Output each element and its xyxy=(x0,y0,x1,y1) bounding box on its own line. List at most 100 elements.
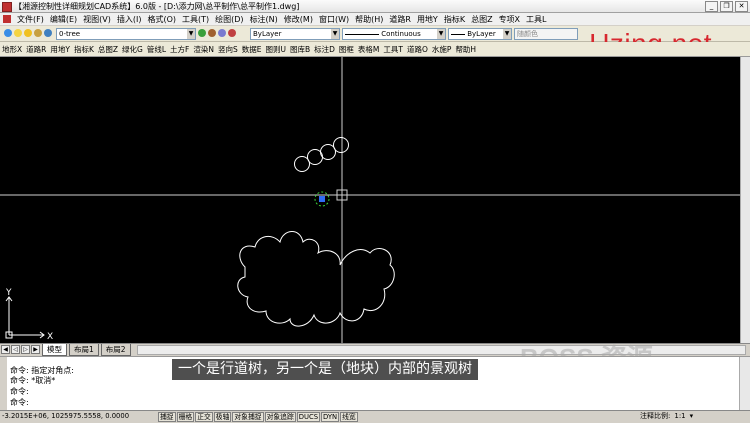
selected-tree-symbol[interactable] xyxy=(314,191,330,207)
next-tab-icon[interactable]: ▷ xyxy=(21,345,30,354)
close-icon[interactable]: ✕ xyxy=(735,1,748,12)
make-current-icon[interactable] xyxy=(198,29,206,37)
ucs-icon xyxy=(5,296,45,339)
toolbar-landuse[interactable]: 用地Y xyxy=(48,44,72,55)
toolbar-help[interactable]: 帮助H xyxy=(453,44,478,55)
tab-layout1[interactable]: 布局1 xyxy=(69,343,99,356)
toggle-lineweight[interactable]: 线宽 xyxy=(340,412,358,422)
document-icon xyxy=(3,15,11,23)
horizontal-scrollbar[interactable] xyxy=(136,344,746,355)
xiangyuan-toolbar: 地形X 道路R 用地Y 指标K 总图Z 绿化G 管线L 土方F 渲染N 竖向S … xyxy=(0,42,750,57)
last-tab-icon[interactable]: ▶ xyxy=(31,345,40,354)
toolbar-road[interactable]: 道路R xyxy=(24,44,48,55)
annotation-scale[interactable]: 注释比例: 1:1 ▾ xyxy=(640,412,693,421)
toolbar-annotate[interactable]: 标注D xyxy=(312,44,337,55)
tab-model[interactable]: 模型 xyxy=(42,343,67,356)
plotstyle-select[interactable]: 随颜色 xyxy=(514,28,578,40)
menu-landuse[interactable]: 用地Y xyxy=(414,14,441,25)
toggle-snap[interactable]: 捕捉 xyxy=(158,412,176,422)
sun-icon[interactable] xyxy=(24,29,32,37)
chevron-down-icon: ▼ xyxy=(503,29,511,39)
landscape-tree-cloud xyxy=(237,231,395,327)
prev-tab-icon[interactable]: ◁ xyxy=(11,345,20,354)
toolbar-data[interactable]: 数据E xyxy=(240,44,264,55)
toggle-polar[interactable]: 极轴 xyxy=(213,412,232,422)
first-tab-icon[interactable]: ◀ xyxy=(1,345,10,354)
toolbar-library[interactable]: 图库B xyxy=(288,44,312,55)
linetype-value: Continuous xyxy=(381,30,421,38)
menu-file[interactable]: 文件(F) xyxy=(14,14,47,25)
minimize-icon[interactable]: _ xyxy=(705,1,718,12)
layer-previous-icon[interactable] xyxy=(208,29,216,37)
toolbar-pipeline[interactable]: 管线L xyxy=(145,44,168,55)
menu-help[interactable]: 帮助(H) xyxy=(352,14,386,25)
menu-window[interactable]: 窗口(W) xyxy=(316,14,352,25)
chevron-down-icon: ▼ xyxy=(437,29,445,39)
command-prompt[interactable]: 命令: xyxy=(10,397,29,408)
window-title: 【湘源控制性详细规划CAD系统】6.0版 - [D:\添力网\总平制作\总平制作… xyxy=(14,2,300,11)
menu-format[interactable]: 格式(O) xyxy=(144,14,179,25)
menu-index[interactable]: 指标K xyxy=(441,14,468,25)
menu-tools[interactable]: 工具(T) xyxy=(179,14,212,25)
toolbar-table[interactable]: 表格M xyxy=(356,44,381,55)
menu-insert[interactable]: 插入(I) xyxy=(114,14,145,25)
window-controls: _ ❐ ✕ xyxy=(705,1,748,12)
vertical-scrollbar[interactable] xyxy=(740,57,750,343)
toggle-ducs[interactable]: DUCS xyxy=(296,412,321,422)
toolbar-siteplan[interactable]: 总图Z xyxy=(96,44,120,55)
menu-view[interactable]: 视图(V) xyxy=(80,14,114,25)
annotation-scale-value[interactable]: 1:1 xyxy=(674,412,685,421)
title-bar: 【湘源控制性详细规划CAD系统】6.0版 - [D:\添力网\总平制作\总平制作… xyxy=(0,0,750,13)
menu-bar: 文件(F) 编辑(E) 视图(V) 插入(I) 格式(O) 工具(T) 绘图(D… xyxy=(0,13,750,25)
menu-edit[interactable]: 编辑(E) xyxy=(47,14,80,25)
layer-manager-icon[interactable] xyxy=(4,29,12,37)
toolbar-water[interactable]: 水施P xyxy=(430,44,454,55)
layer-states-icon[interactable] xyxy=(218,29,226,37)
toolbar-terrain[interactable]: 地形X xyxy=(0,44,24,55)
tab-layout2[interactable]: 布局2 xyxy=(100,343,131,356)
toggle-ortho[interactable]: 正交 xyxy=(195,412,213,422)
menu-siteplan[interactable]: 总图Z xyxy=(468,14,495,25)
ucs-y-label: Y xyxy=(5,288,12,298)
lineweight-value: ByLayer xyxy=(467,30,496,38)
layer-isolate-icon[interactable] xyxy=(228,29,236,37)
layer-select[interactable]: 0-tree ▼ xyxy=(56,28,196,40)
color-select[interactable]: ByLayer ▼ xyxy=(250,28,340,40)
toggle-osnap[interactable]: 对象捕捉 xyxy=(232,412,264,422)
toggle-dyn[interactable]: DYN xyxy=(321,412,340,422)
restore-icon[interactable]: ❐ xyxy=(720,1,733,12)
chevron-down-icon: ▼ xyxy=(187,29,195,39)
menu-dimension[interactable]: 标注(N) xyxy=(247,14,281,25)
video-subtitle: 一个是行道树，另一个是（地块）内部的景观树 xyxy=(172,359,478,380)
lock-icon[interactable] xyxy=(34,29,42,37)
toolbar-drawing-rules[interactable]: 图则U xyxy=(263,44,288,55)
app-icon xyxy=(2,2,12,12)
drawing-canvas[interactable]: Y X xyxy=(0,57,740,343)
toolbar-earthwork[interactable]: 土方F xyxy=(168,44,191,55)
toolbar-frame[interactable]: 图框 xyxy=(337,44,356,55)
annotation-scale-label: 注释比例: xyxy=(640,412,671,420)
command-history-line: 命令: *取消* xyxy=(10,376,56,385)
toolbar-greening[interactable]: 绿化G xyxy=(120,44,145,55)
menu-tools-l[interactable]: 工具L xyxy=(523,14,549,25)
drawing-svg: Y X xyxy=(0,57,740,343)
toolbar-render[interactable]: 渲染N xyxy=(191,44,216,55)
bulb-icon[interactable] xyxy=(14,29,22,37)
layer-color-icon[interactable] xyxy=(44,29,52,37)
command-scrollbar[interactable] xyxy=(739,357,750,410)
toolbar-vertical[interactable]: 竖向S xyxy=(216,44,240,55)
toggle-otrack[interactable]: 对象追踪 xyxy=(264,412,296,422)
menu-modify[interactable]: 修改(M) xyxy=(281,14,316,25)
linetype-select[interactable]: Continuous ▼ xyxy=(342,28,446,40)
ucs-x-label: X xyxy=(47,332,53,342)
toolbar-tools[interactable]: 工具T xyxy=(381,44,405,55)
toolbar-index[interactable]: 指标K xyxy=(72,44,96,55)
toolbar-road-o[interactable]: 道路O xyxy=(405,44,430,55)
cursor-coordinates: -3.2015E+06, 1025975.5558, 0.0000 xyxy=(2,412,130,420)
layer-name: 0-tree xyxy=(59,30,81,38)
menu-special[interactable]: 专项X xyxy=(496,14,523,25)
toggle-grid[interactable]: 栅格 xyxy=(176,412,195,422)
menu-draw[interactable]: 绘图(D) xyxy=(212,14,246,25)
menu-road[interactable]: 道路R xyxy=(386,14,414,25)
lineweight-select[interactable]: ByLayer ▼ xyxy=(448,28,512,40)
